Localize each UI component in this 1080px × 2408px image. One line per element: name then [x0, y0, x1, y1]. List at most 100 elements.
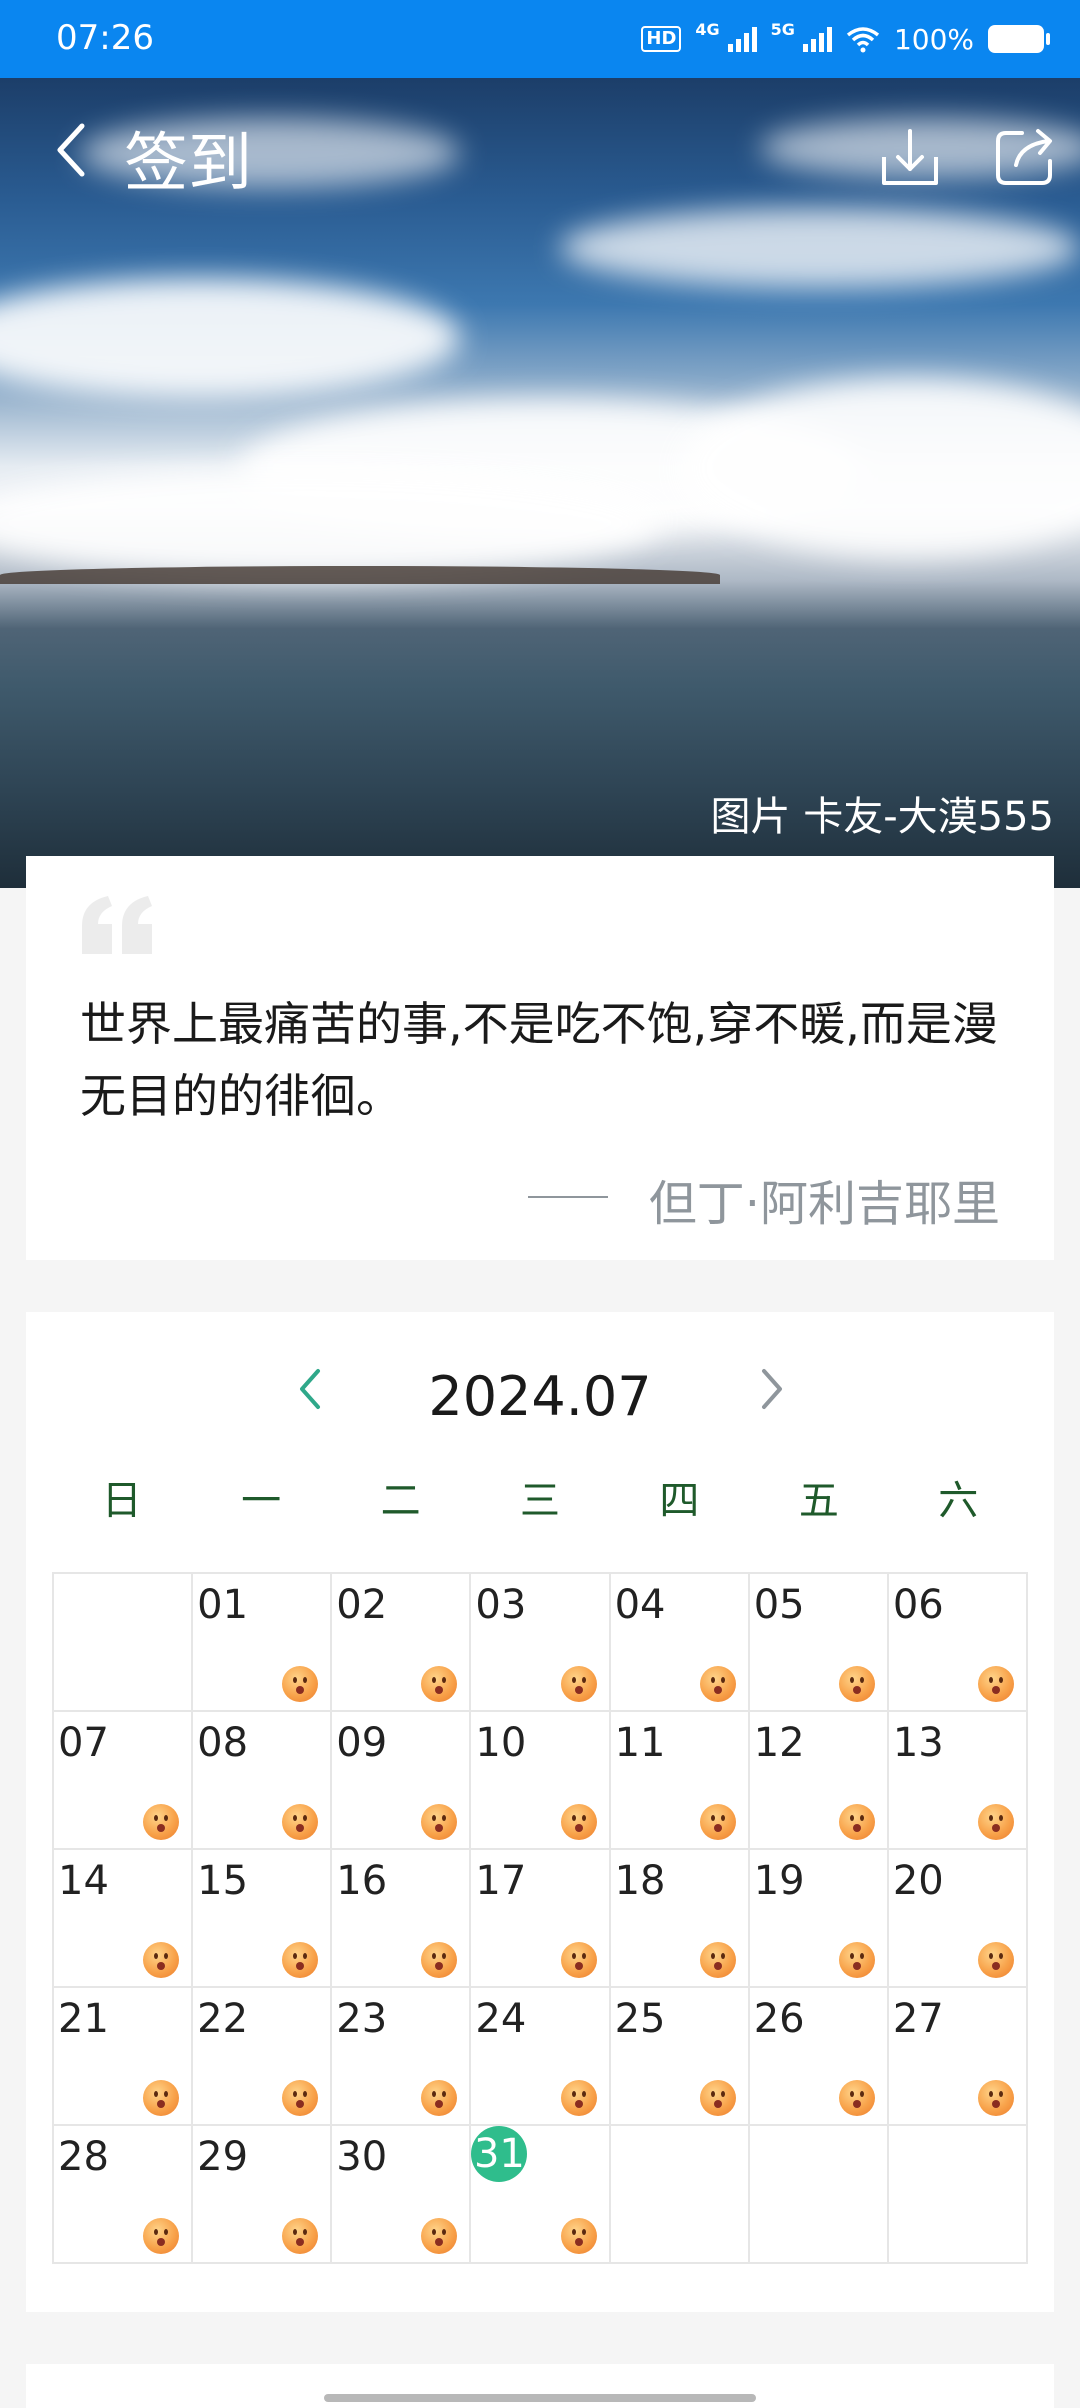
calendar-day-cell[interactable]: 21 [54, 1988, 194, 2126]
calendar-day-cell[interactable]: 24 [471, 1988, 611, 2126]
network-5g-label: 5G [770, 19, 795, 39]
photo-credit: 图片 卡友-大漠555 [710, 794, 1055, 840]
day-number: 20 [892, 1858, 944, 1904]
smiling-face-icon [421, 2218, 458, 2254]
calendar-day-cell[interactable]: 31 [471, 2126, 611, 2264]
status-time: 07:26 [56, 18, 154, 58]
share-icon[interactable] [994, 127, 1056, 187]
calendar-day-cell[interactable]: 17 [471, 1850, 611, 1988]
day-number: 06 [892, 1582, 944, 1628]
network-4g-label: 4G [695, 19, 720, 39]
weekday-sat: 六 [938, 1478, 979, 1524]
day-number: 02 [336, 1582, 388, 1628]
calendar-empty-cell [54, 1574, 194, 1712]
smiling-face-icon [977, 2080, 1014, 2116]
smiling-face-icon [838, 1804, 875, 1840]
day-number: 26 [753, 1996, 805, 2042]
calendar-grid: 01 02 03 04 05 06 07 08 09 10 11 12 13 14 15 16 17 18 19 20… [52, 1572, 1028, 2264]
day-number: 13 [892, 1720, 944, 1766]
calendar-day-cell[interactable]: 29 [193, 2126, 333, 2264]
day-number: 16 [336, 1858, 388, 1904]
calendar-day-cell[interactable]: 20 [888, 1850, 1028, 1988]
calendar-day-cell[interactable]: 03 [471, 1574, 611, 1712]
day-number: 24 [475, 1996, 527, 2042]
smiling-face-icon [838, 1666, 875, 1702]
smiling-face-icon [560, 1666, 597, 1702]
calendar-day-cell[interactable]: 09 [332, 1712, 472, 1850]
smiling-face-icon [838, 2080, 875, 2116]
smiling-face-icon [282, 2080, 319, 2116]
shoreline [0, 566, 720, 584]
smiling-face-icon [560, 1942, 597, 1978]
download-icon[interactable] [880, 127, 940, 187]
calendar-day-cell[interactable]: 11 [610, 1712, 750, 1850]
calendar-day-cell[interactable]: 16 [332, 1850, 472, 1988]
day-number: 30 [336, 2134, 388, 2180]
calendar-day-cell[interactable]: 25 [610, 1988, 750, 2126]
day-number: 23 [336, 1996, 388, 2042]
day-number: 12 [753, 1720, 805, 1766]
smiling-face-icon [143, 1942, 180, 1978]
calendar-day-cell[interactable]: 27 [888, 1988, 1028, 2126]
home-indicator[interactable] [324, 2394, 756, 2402]
calendar-day-cell[interactable]: 02 [332, 1574, 472, 1712]
calendar-day-cell[interactable]: 05 [749, 1574, 889, 1712]
calendar-day-cell[interactable]: 13 [888, 1712, 1028, 1850]
calendar-day-cell[interactable]: 30 [332, 2126, 472, 2264]
calendar-day-cell[interactable]: 22 [193, 1988, 333, 2126]
calendar-day-cell[interactable]: 14 [54, 1850, 194, 1988]
day-number: 17 [475, 1858, 527, 1904]
day-number: 25 [614, 1996, 666, 2042]
calendar-day-cell[interactable]: 23 [332, 1988, 472, 2126]
smiling-face-icon [560, 1804, 597, 1840]
day-number: 10 [475, 1720, 527, 1766]
weekday-fri: 五 [798, 1478, 839, 1524]
day-number: 22 [197, 1996, 249, 2042]
smiling-face-icon [977, 1666, 1014, 1702]
page-title: 签到 [124, 127, 252, 201]
day-number: 21 [58, 1996, 109, 2042]
signal-icon [727, 26, 757, 52]
weekday-thu: 四 [659, 1478, 700, 1524]
day-number: 08 [197, 1720, 249, 1766]
back-arrow-icon[interactable] [50, 120, 90, 180]
calendar-day-cell[interactable]: 06 [888, 1574, 1028, 1712]
smiling-face-icon [560, 2080, 597, 2116]
battery-icon [988, 25, 1050, 53]
smiling-face-icon [699, 1942, 736, 1978]
smiling-face-icon [282, 2218, 319, 2254]
smiling-face-icon [143, 2218, 180, 2254]
signal-icon-2 [802, 26, 832, 52]
calendar-day-cell[interactable]: 07 [54, 1712, 194, 1850]
calendar-day-cell[interactable]: 15 [193, 1850, 333, 1988]
day-number: 11 [614, 1720, 666, 1766]
wifi-icon [846, 27, 880, 53]
weekday-sun: 日 [101, 1478, 142, 1524]
calendar-day-cell[interactable]: 01 [193, 1574, 333, 1712]
next-month-arrow-icon[interactable] [756, 1365, 788, 1413]
today-day-number: 31 [471, 2126, 528, 2182]
day-number: 03 [475, 1582, 527, 1628]
calendar-month: 2024.07 [428, 1365, 652, 1428]
calendar-day-cell[interactable]: 12 [749, 1712, 889, 1850]
quote-text: 世界上最痛苦的事,不是吃不饱,穿不暖,而是漫无目的的徘徊。 [80, 997, 998, 1123]
smiling-face-icon [143, 2080, 180, 2116]
weekday-mon: 一 [241, 1478, 282, 1524]
calendar-day-cell[interactable]: 19 [749, 1850, 889, 1988]
quote-mark-icon [82, 896, 152, 954]
calendar-day-cell[interactable]: 08 [193, 1712, 333, 1850]
calendar-empty-cell [610, 2126, 750, 2264]
day-number: 07 [58, 1720, 109, 1766]
smiling-face-icon [421, 2080, 458, 2116]
hd-icon: HD [641, 26, 682, 52]
smiling-face-icon [421, 1942, 458, 1978]
calendar-day-cell[interactable]: 04 [610, 1574, 750, 1712]
smiling-face-icon [560, 2218, 597, 2254]
smiling-face-icon [282, 1666, 319, 1702]
calendar-day-cell[interactable]: 26 [749, 1988, 889, 2126]
day-number: 29 [197, 2134, 249, 2180]
calendar-day-cell[interactable]: 10 [471, 1712, 611, 1850]
calendar-day-cell[interactable]: 28 [54, 2126, 194, 2264]
weekday-wed: 三 [519, 1478, 560, 1524]
calendar-day-cell[interactable]: 18 [610, 1850, 750, 1988]
